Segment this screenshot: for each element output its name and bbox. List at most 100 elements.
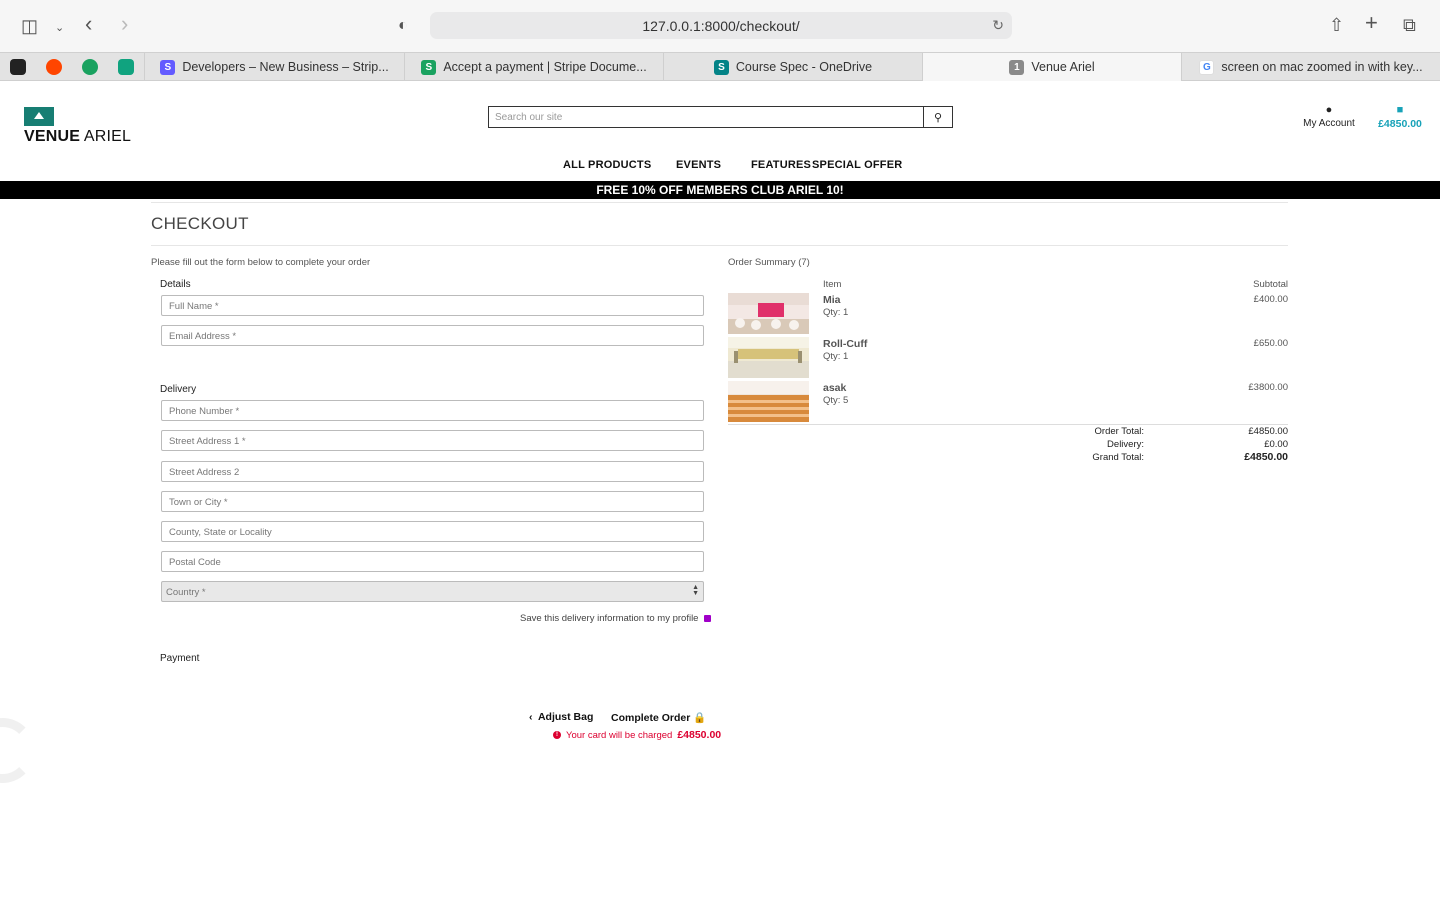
select-arrows-icon: ▲ ▼ [692,584,699,597]
save-info-row: Save this delivery information to my pro… [520,613,712,624]
tab-stripe-developers[interactable]: S Developers – New Business – Strip... [144,53,404,81]
item-qty: Qty: 5 [823,395,849,406]
account-label: My Account [1303,118,1355,129]
order-summary-title: Order Summary (7) [728,257,810,268]
street-address-1-field[interactable]: Street Address 1 * [161,430,704,451]
user-icon: ● [1325,104,1333,116]
county-field[interactable]: County, State or Locality [161,521,704,542]
google-favicon-icon: G [1199,59,1215,75]
stripe-favicon-icon: S [160,59,176,75]
chevron-down-icon[interactable]: ⌄ [55,19,64,37]
cart-link[interactable]: ■ £4850.00 [1372,104,1428,130]
shield-icon[interactable]: ◐ [398,17,408,35]
url-text: 127.0.0.1:8000/checkout/ [642,18,800,34]
column-item-header: Item [823,279,842,290]
reload-icon[interactable]: ↻ [992,17,1004,34]
delivery-legend: Delivery [160,384,197,395]
postal-code-field[interactable]: Postal Code [161,551,704,572]
promo-banner: FREE 10% OFF MEMBERS CLUB ARIEL 10! [0,181,1440,199]
item-subtotal: £3800.00 [1248,382,1288,393]
checkout-intro: Please fill out the form below to comple… [151,257,371,268]
divider [728,424,1288,425]
nav-special-offer[interactable]: SPECIAL OFFER [812,159,902,171]
back-icon[interactable]: ‹ [85,13,92,35]
chevron-left-icon: ‹ [529,711,533,723]
cart-total: £4850.00 [1378,118,1422,130]
site-logo[interactable]: VENUE ARIEL [24,107,131,146]
page-title: CHECKOUT [151,214,249,233]
save-info-label: Save this delivery information to my pro… [520,613,699,624]
product-image[interactable] [728,293,809,334]
grand-total-label: Grand Total: [1092,452,1144,463]
divider [151,245,1288,246]
nav-features[interactable]: FEATURES [751,159,811,171]
shopping-bag-icon: ■ [1396,104,1404,116]
tab-onedrive[interactable]: S Course Spec - OneDrive [663,53,922,81]
item-name[interactable]: Mia [823,294,841,306]
share-icon[interactable]: ⇧ [1329,16,1344,34]
save-info-checkbox[interactable] [704,615,712,622]
item-name[interactable]: asak [823,382,846,394]
search-input[interactable]: Search our site [488,106,924,128]
stripe-favicon-icon: S [421,59,437,75]
full-name-field[interactable]: Full Name * [161,295,704,316]
details-legend: Details [160,279,191,290]
tab-bar: S Developers – New Business – Strip... S… [0,52,1440,81]
email-field[interactable]: Email Address * [161,325,704,346]
lock-icon: 🔒 [693,712,707,724]
item-qty: Qty: 1 [823,351,849,362]
delivery-label: Delivery: [1107,439,1144,450]
pinned-chatgpt-icon[interactable] [118,59,134,75]
grand-total-value: £4850.00 [1244,451,1288,463]
tab-stripe-docs[interactable]: S Accept a payment | Stripe Docume... [404,53,663,81]
logo-mark-icon [24,107,54,126]
tab-title: Accept a payment | Stripe Docume... [443,60,647,74]
tab-google-search[interactable]: G screen on mac zoomed in with key... [1181,53,1440,81]
nav-events[interactable]: EVENTS [676,159,721,171]
loading-spinner-icon [0,718,35,783]
charge-notice: ! Your card will be charged £4850.00 [553,729,721,741]
address-bar[interactable]: 127.0.0.1:8000/checkout/ ↻ [430,12,1012,39]
pinned-stripe-icon[interactable] [82,59,98,75]
site-favicon-icon: 1 [1009,59,1025,75]
complete-order-button[interactable]: Complete Order 🔒 [611,711,706,724]
browser-toolbar: ◫ ⌄ ‹ › ◐ 127.0.0.1:8000/checkout/ ↻ ⇧ +… [0,0,1440,52]
sharepoint-favicon-icon: S [713,59,729,75]
new-tab-icon[interactable]: + [1365,12,1378,34]
logo-text: VENUE ARIEL [24,128,132,145]
item-subtotal: £400.00 [1253,294,1288,305]
charge-amount: £4850.00 [677,729,722,741]
delivery-value: £0.00 [1264,439,1288,450]
tab-title: Developers – New Business – Strip... [182,60,389,74]
country-select[interactable]: Country * ▲ ▼ [161,581,704,602]
sidebar-toggle-icon[interactable]: ◫ [21,17,38,35]
tab-venue-ariel[interactable]: 1 Venue Ariel [922,53,1181,81]
tab-title: Course Spec - OneDrive [735,60,873,74]
search-icon: ⚲ [933,111,943,124]
town-city-field[interactable]: Town or City * [161,491,704,512]
alert-icon: ! [553,731,561,739]
payment-legend: Payment [160,653,200,664]
my-account-link[interactable]: ● My Account [1298,104,1360,129]
forward-icon[interactable]: › [121,13,128,35]
search-button[interactable]: ⚲ [923,106,953,128]
divider [151,202,1288,203]
product-image[interactable] [728,337,809,378]
pinned-reddit-icon[interactable] [46,59,62,75]
column-subtotal-header: Subtotal [1253,279,1288,290]
tab-title: Venue Ariel [1031,60,1095,74]
tab-overview-icon[interactable]: ⧉ [1403,16,1416,34]
country-select-value: Country * [166,587,206,598]
street-address-2-field[interactable]: Street Address 2 [161,461,704,482]
phone-field[interactable]: Phone Number * [161,400,704,421]
item-name[interactable]: Roll-Cuff [823,338,867,350]
complete-order-label: Complete Order [611,712,691,724]
item-qty: Qty: 1 [823,307,849,318]
product-image[interactable] [728,381,809,422]
charge-text: Your card will be charged [566,729,673,741]
item-subtotal: £650.00 [1253,338,1288,349]
order-total-value: £4850.00 [1248,426,1288,437]
nav-all-products[interactable]: ALL PRODUCTS [563,159,651,171]
adjust-bag-button[interactable]: ‹ Adjust Bag [529,711,593,723]
pinned-github-icon[interactable] [10,59,26,75]
